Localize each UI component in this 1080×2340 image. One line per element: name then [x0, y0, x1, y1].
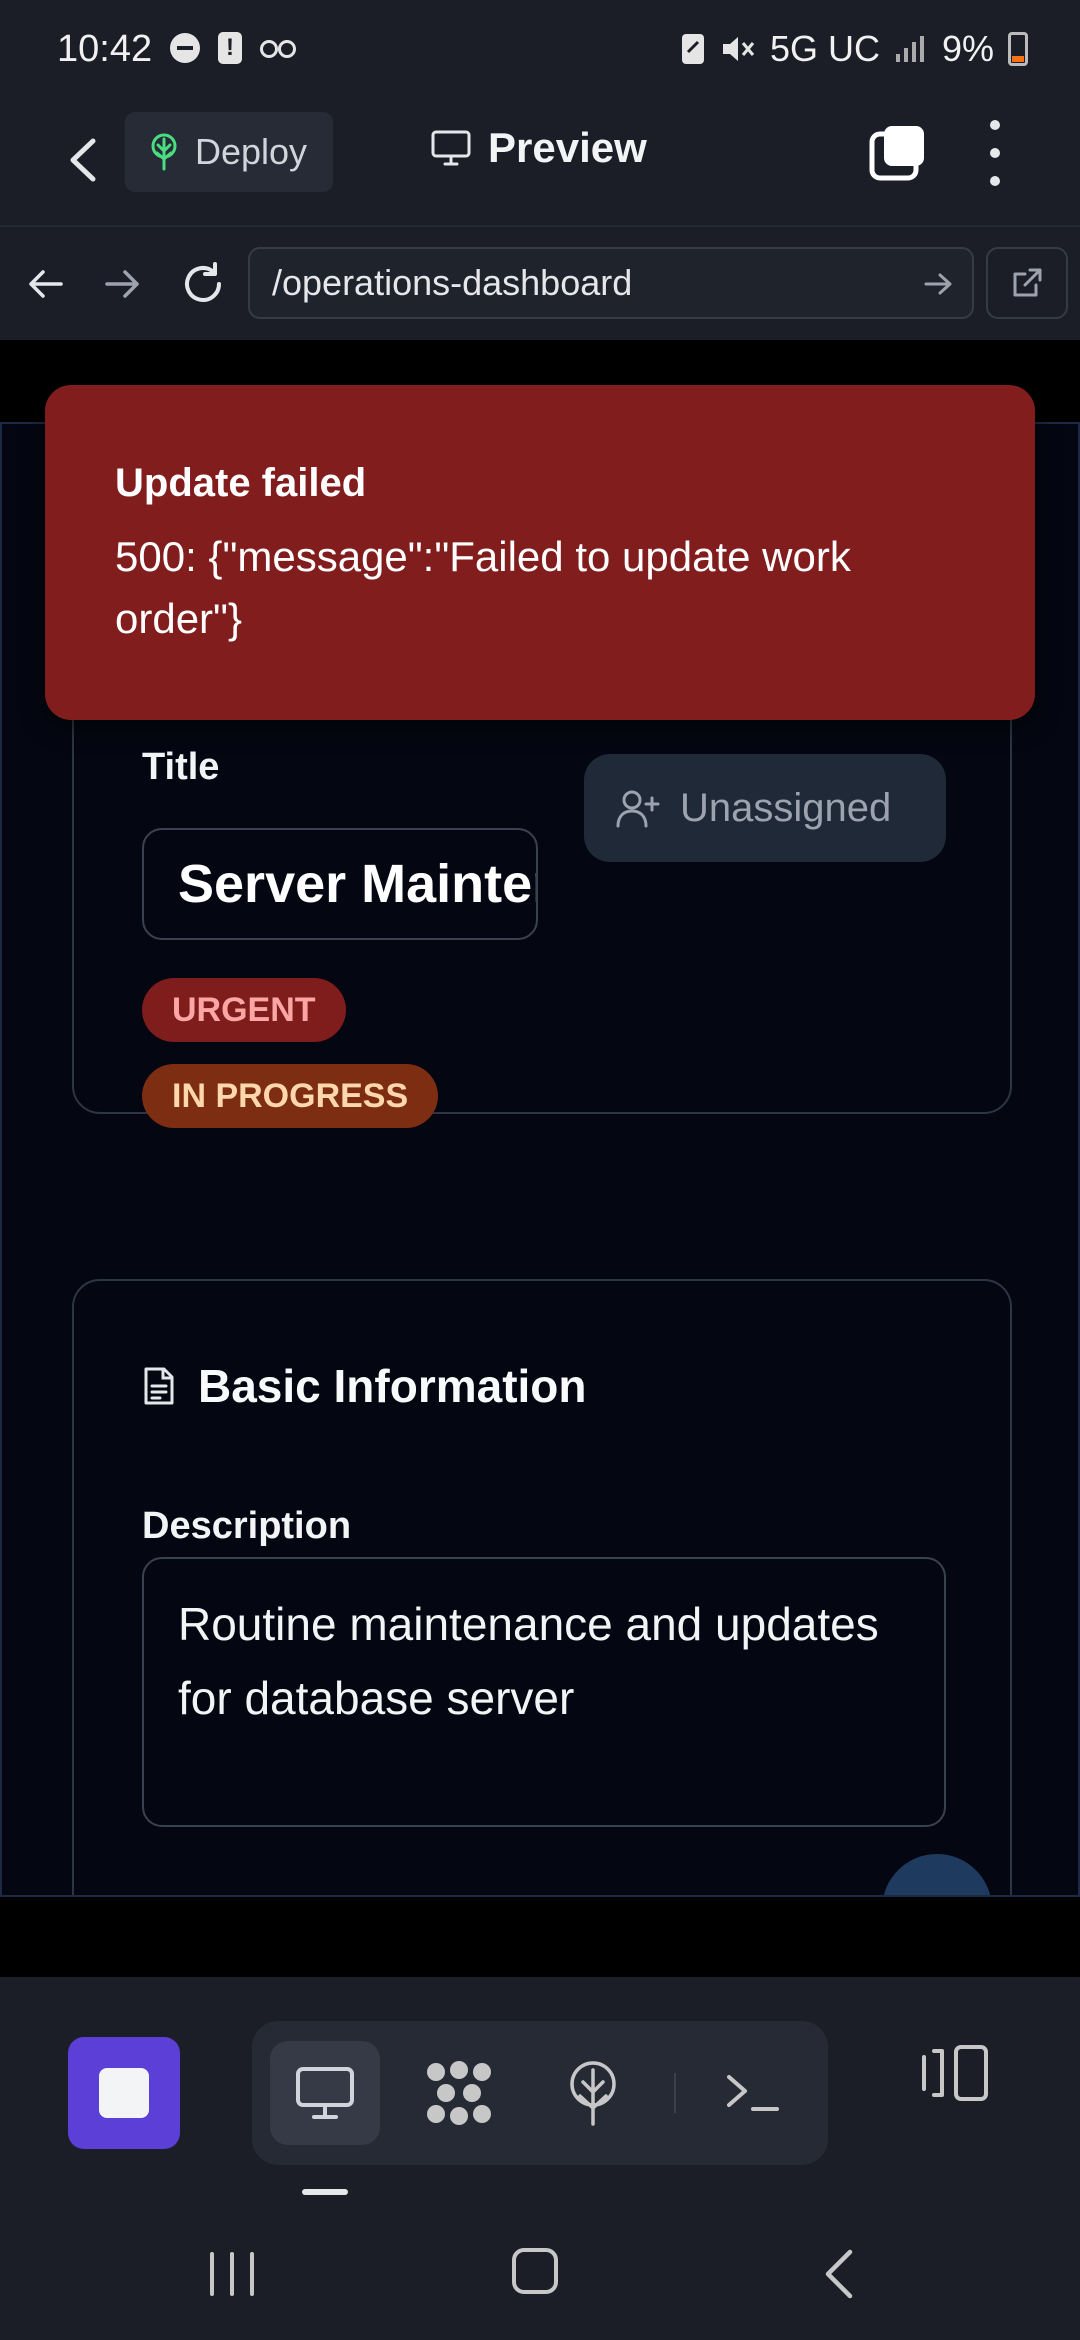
browser-back-button[interactable]: [20, 259, 70, 309]
browser-bar: /operations-dashboard: [0, 225, 1080, 340]
deploy-button[interactable]: Deploy: [125, 112, 333, 192]
work-order-header-card: Title Server Maintenance Unassigned URGE…: [72, 664, 1012, 1128]
priority-badge: URGENT: [142, 978, 346, 1042]
toast-title: Update failed: [115, 461, 367, 505]
chevron-left-icon: [70, 138, 96, 182]
status-system-icons: 5G UC 9%: [680, 28, 1028, 70]
system-nav-bar: [0, 2202, 1080, 2340]
error-toast[interactable]: Update failed 500: {"message":"Failed to…: [45, 385, 1035, 720]
basic-information-card: Basic Information Description Routine ma…: [72, 1279, 1012, 1895]
app-bar: Deploy Preview: [0, 100, 1080, 225]
section-title: Basic Information: [198, 1360, 587, 1412]
mute-icon: [722, 37, 755, 61]
active-tab-indicator: [302, 2189, 348, 2195]
bar: [230, 2252, 234, 2296]
battery-percent: 9%: [941, 28, 994, 69]
title-label: Title: [142, 746, 220, 788]
layout-toggle-button[interactable]: [920, 2043, 992, 2115]
url-input[interactable]: /operations-dashboard: [248, 247, 974, 319]
recent-apps-button[interactable]: [210, 2252, 254, 2296]
toast-message: 500: {"message":"Failed to update work o…: [115, 533, 851, 642]
user-plus-icon: [616, 790, 660, 828]
arrow-right-icon: [105, 270, 139, 298]
title-input[interactable]: Server Maintenance: [142, 828, 538, 940]
nfc-icon: [681, 34, 704, 64]
tool-workspace[interactable]: [404, 2041, 514, 2145]
stop-icon: [99, 2068, 149, 2118]
reload-button[interactable]: [178, 259, 228, 309]
status-badge: IN PROGRESS: [142, 1064, 439, 1128]
go-arrow-icon[interactable]: [922, 267, 956, 301]
tool-divider: [674, 2073, 676, 2113]
dot: [990, 120, 1000, 130]
monitor-icon: [296, 2067, 354, 2119]
bar: [210, 2252, 214, 2296]
workspace-grid-icon: [427, 2061, 491, 2125]
deploy-tree-icon: [570, 2061, 616, 2126]
alert-icon: !: [218, 32, 242, 64]
preview-title: Preview: [430, 124, 647, 172]
preview-label: Preview: [488, 124, 647, 171]
more-options-button[interactable]: [980, 120, 1010, 186]
external-link-icon: [1013, 268, 1042, 297]
tool-group: [252, 2021, 828, 2165]
dot: [990, 176, 1000, 186]
webview: Title Server Maintenance Unassigned URGE…: [0, 340, 1080, 1977]
description-textarea[interactable]: Routine maintenance and updates for data…: [142, 1557, 946, 1827]
tool-console[interactable]: [698, 2041, 808, 2145]
document-icon: [144, 1367, 174, 1405]
split-view-icon: [922, 2045, 988, 2101]
terminal-icon: [727, 2075, 779, 2111]
deploy-label: Deploy: [195, 131, 308, 172]
system-back-button[interactable]: [818, 2246, 858, 2302]
url-text: /operations-dashboard: [272, 262, 633, 303]
arrow-left-icon: [29, 270, 63, 298]
open-external-button[interactable]: [986, 247, 1068, 319]
do-not-disturb-icon: [170, 33, 200, 63]
status-bar: 10:42 ! 5G UC 9%: [0, 0, 1080, 100]
dot: [990, 148, 1000, 158]
bar: [250, 2252, 254, 2296]
deploy-tree-icon: [151, 133, 177, 171]
back-button[interactable]: [52, 130, 112, 190]
home-button[interactable]: [512, 2248, 558, 2294]
tool-preview[interactable]: [270, 2041, 380, 2145]
tabs-button[interactable]: [868, 124, 928, 184]
signal-icon: [895, 36, 924, 62]
status-time: 10:42: [57, 28, 153, 70]
assign-button[interactable]: Unassigned: [584, 754, 946, 862]
section-heading: Basic Information: [142, 1359, 587, 1413]
network-type: 5G UC: [769, 28, 880, 69]
voicemail-icon: [260, 38, 296, 58]
description-label: Description: [142, 1505, 352, 1547]
tool-deploy[interactable]: [538, 2041, 648, 2145]
browser-forward-button[interactable]: [98, 259, 148, 309]
stop-button[interactable]: [68, 2037, 180, 2149]
reload-icon: [185, 262, 221, 302]
tabs-icon: [869, 126, 924, 181]
bottom-toolbar: [0, 1977, 1080, 2202]
assignee-label: Unassigned: [680, 785, 892, 830]
status-notification-icons: !: [170, 32, 296, 64]
monitor-icon: [431, 130, 471, 166]
battery-icon: [1008, 32, 1028, 66]
